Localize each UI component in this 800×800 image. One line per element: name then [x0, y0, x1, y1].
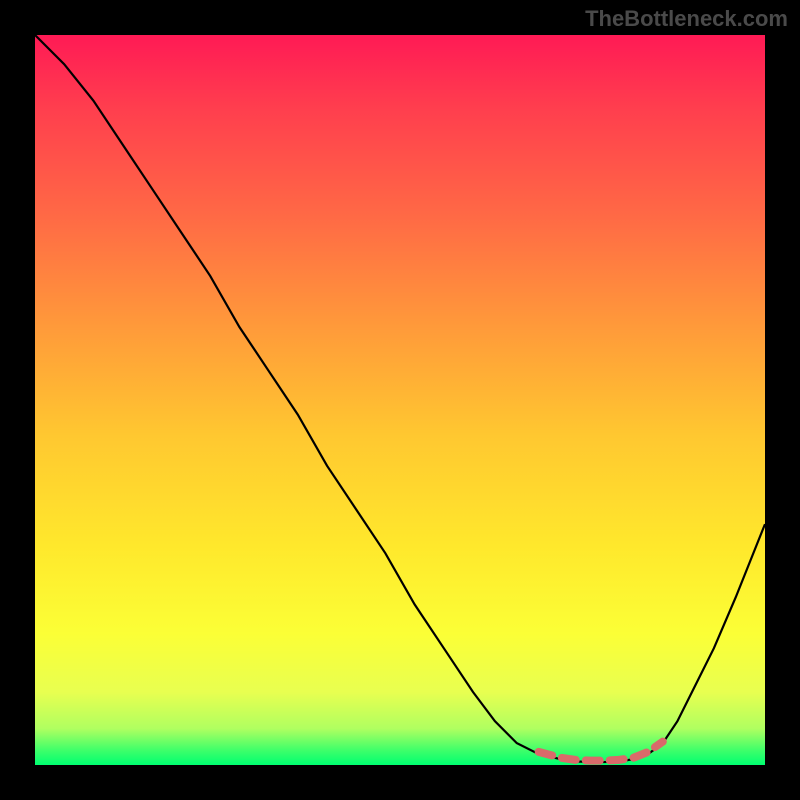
chart-plot-area	[35, 35, 765, 765]
bottleneck-curve-line	[35, 35, 765, 762]
chart-curves	[35, 35, 765, 765]
attribution-text: TheBottleneck.com	[585, 6, 788, 32]
